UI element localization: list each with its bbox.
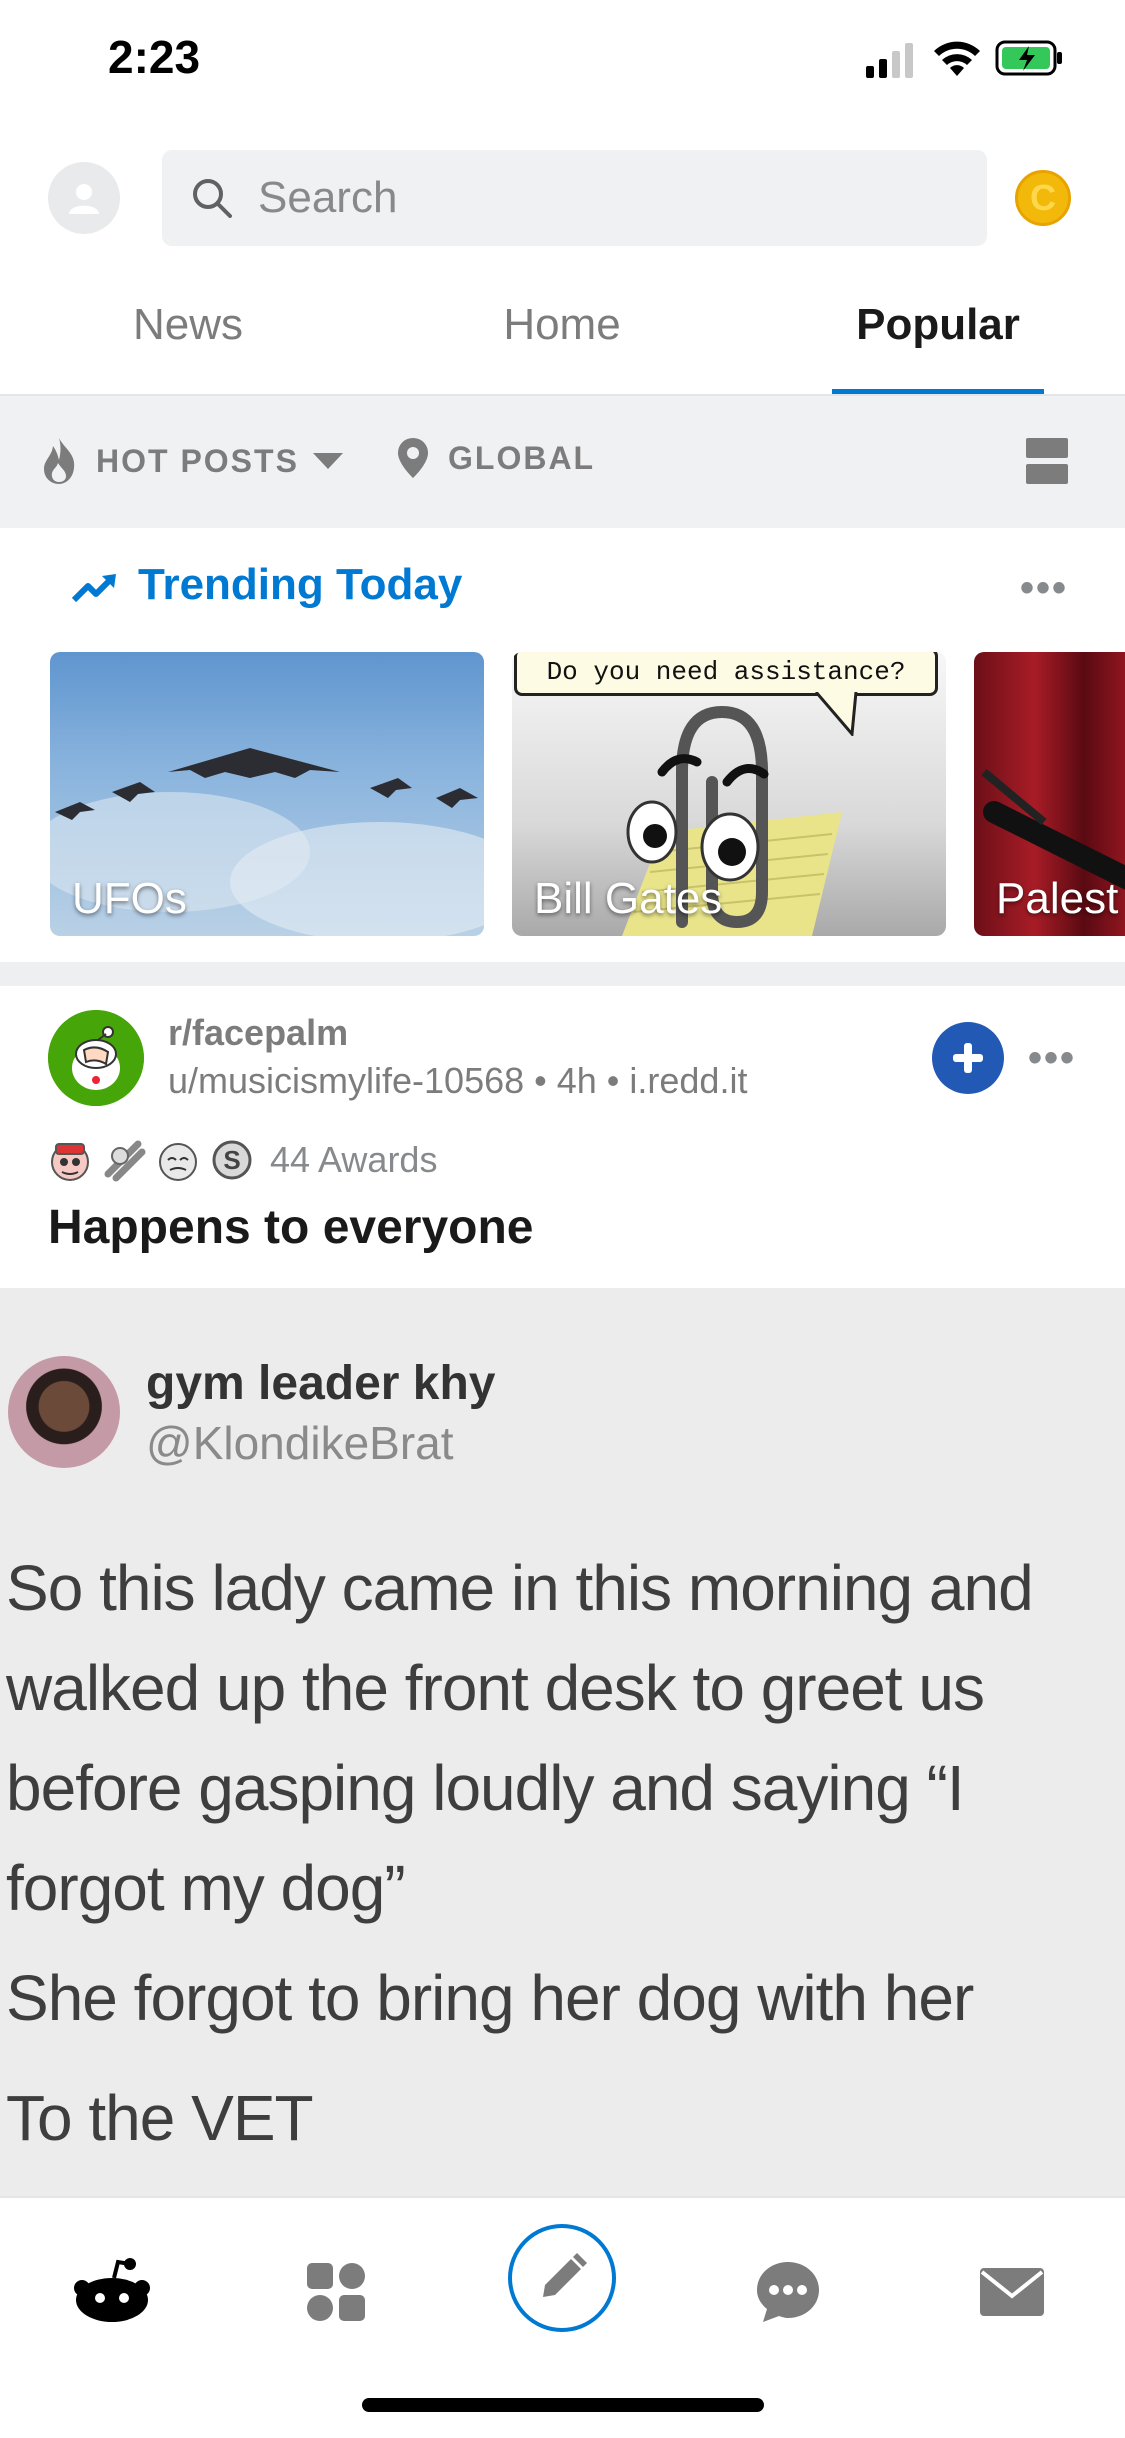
nav-inbox[interactable] bbox=[970, 2250, 1054, 2334]
plus-icon bbox=[953, 1043, 983, 1073]
award-icon bbox=[104, 1140, 146, 1182]
tweet-body: So this lady came in this morning and wa… bbox=[6, 1538, 1106, 2168]
tab-popular[interactable]: Popular bbox=[758, 300, 1118, 350]
snoo-home-icon bbox=[74, 2258, 150, 2322]
status-time: 2:23 bbox=[108, 31, 201, 83]
coin-icon[interactable]: C bbox=[1015, 170, 1071, 226]
global-label: GLOBAL bbox=[448, 439, 596, 476]
search-icon bbox=[193, 179, 232, 218]
user-icon bbox=[69, 184, 99, 214]
location-pin-icon bbox=[398, 438, 428, 478]
join-button[interactable] bbox=[932, 1022, 1004, 1094]
tweet-author-name: gym leader khy bbox=[146, 1357, 496, 1410]
svg-text:S: S bbox=[223, 1145, 240, 1175]
tweet-line: To the VET bbox=[6, 2082, 314, 2154]
trending-today-title: Trending Today bbox=[138, 560, 463, 609]
trending-card-bill-gates[interactable]: Do you need assistance? Bill Gates bbox=[512, 652, 946, 936]
award-icon bbox=[51, 1143, 89, 1181]
search-input[interactable] bbox=[256, 172, 960, 224]
trending-card-label: Palest bbox=[996, 874, 1119, 923]
nav-create-post[interactable] bbox=[508, 2224, 616, 2332]
trending-card-label: Bill Gates bbox=[534, 874, 723, 923]
chat-bubble-icon bbox=[757, 2262, 819, 2322]
awards-row[interactable]: S 44 Awards bbox=[48, 1136, 437, 1184]
subreddit-avatar[interactable] bbox=[48, 1010, 144, 1106]
mail-icon bbox=[980, 2268, 1044, 2316]
tab-home[interactable]: Home bbox=[382, 300, 742, 350]
card-view-icon[interactable] bbox=[1024, 436, 1070, 486]
nav-chat[interactable] bbox=[746, 2250, 830, 2334]
section-divider bbox=[0, 962, 1125, 986]
battery-charging-icon bbox=[995, 40, 1062, 76]
post-more-icon[interactable]: ••• bbox=[1028, 1036, 1076, 1081]
trending-card-ufos[interactable]: UFOs bbox=[50, 652, 484, 936]
speech-bubble: Do you need assistance? bbox=[514, 652, 938, 696]
trending-more-icon[interactable]: ••• bbox=[1020, 566, 1068, 611]
trending-icon bbox=[72, 574, 116, 603]
snoo-facepalm-icon bbox=[48, 1010, 144, 1106]
hot-posts-label: HOT POSTS bbox=[96, 442, 299, 479]
nav-communities[interactable] bbox=[294, 2250, 378, 2334]
hot-posts-sort[interactable]: HOT POSTS bbox=[40, 436, 345, 486]
post-subreddit[interactable]: r/facepalm bbox=[168, 1012, 348, 1054]
caret-down-icon bbox=[312, 453, 343, 469]
tweet-avatar bbox=[8, 1356, 120, 1468]
tweet-author-handle: @KlondikeBrat bbox=[146, 1417, 454, 1469]
location-filter[interactable]: GLOBAL bbox=[396, 436, 595, 480]
tweet-line: So this lady came in this morning and wa… bbox=[6, 1552, 1034, 1924]
coin-letter: C bbox=[1030, 177, 1056, 218]
post-image[interactable]: gym leader khy @KlondikeBrat So this lad… bbox=[0, 1288, 1125, 2196]
home-indicator bbox=[362, 2398, 764, 2412]
filter-bar: HOT POSTS GLOBAL bbox=[0, 396, 1125, 528]
tab-news[interactable]: News bbox=[8, 300, 368, 350]
trending-card-label: UFOs bbox=[72, 874, 187, 923]
wifi-icon bbox=[934, 41, 980, 76]
tweet-line: She forgot to bring her dog with her bbox=[6, 1962, 974, 2034]
cellular-signal-icon bbox=[866, 43, 913, 78]
flame-icon bbox=[44, 438, 75, 484]
trending-card-palest[interactable]: Palest bbox=[974, 652, 1125, 936]
nav-home[interactable] bbox=[70, 2250, 154, 2334]
post-meta[interactable]: u/musicismylife-10568 • 4h • i.redd.it bbox=[168, 1060, 747, 1102]
speech-bubble-tail bbox=[814, 692, 858, 736]
communities-grid-icon bbox=[307, 2263, 365, 2321]
award-icon bbox=[159, 1143, 197, 1181]
search-bar[interactable] bbox=[162, 150, 987, 246]
awards-count: 44 Awards bbox=[270, 1139, 438, 1180]
pencil-icon bbox=[543, 2253, 587, 2297]
post-title[interactable]: Happens to everyone bbox=[48, 1200, 533, 1255]
award-icon: S bbox=[212, 1140, 252, 1180]
user-avatar[interactable] bbox=[48, 162, 120, 234]
